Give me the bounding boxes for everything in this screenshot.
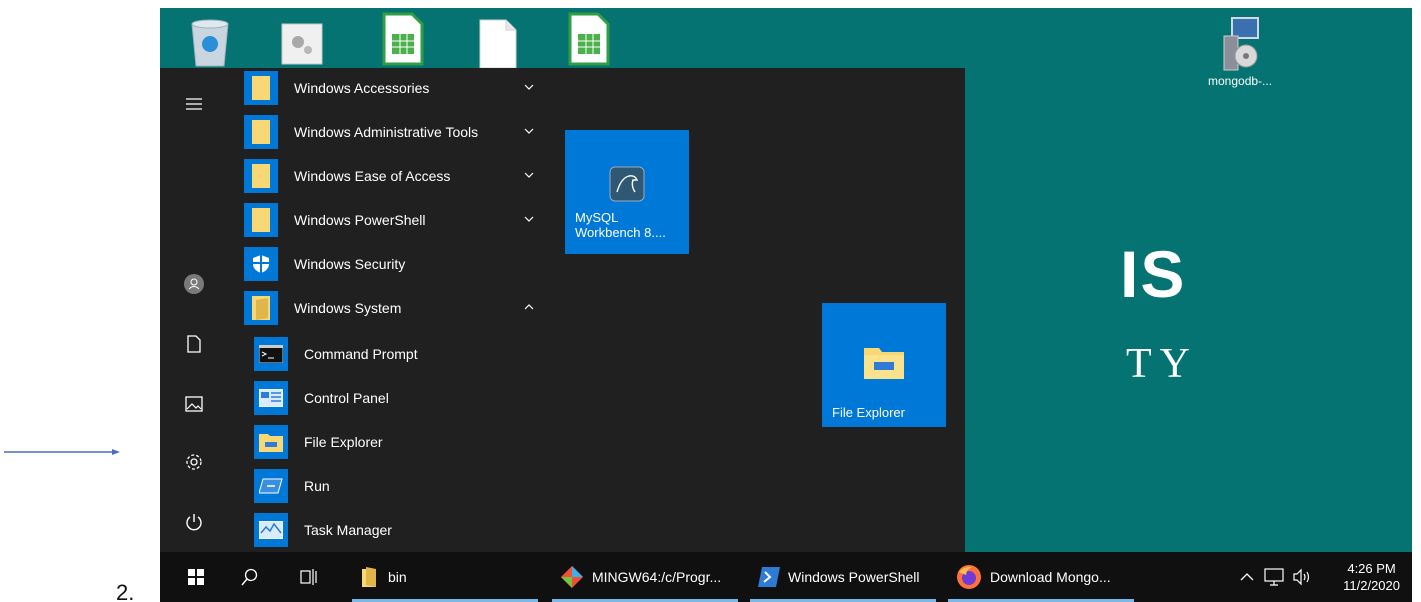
app-label: Windows System — [294, 300, 402, 316]
taskbar-label: Download Mongo... — [990, 569, 1111, 585]
search-icon[interactable] — [230, 552, 270, 602]
spreadsheet-file-icon-2[interactable] — [568, 12, 610, 66]
app-label: Command Prompt — [304, 346, 418, 362]
spreadsheet-file-icon[interactable] — [382, 12, 424, 66]
app-task-manager[interactable]: Task Manager — [254, 512, 554, 548]
tile-label-line1: MySQL — [575, 210, 619, 225]
settings-file-icon[interactable] — [280, 22, 324, 66]
app-windows-powershell[interactable]: Windows PowerShell — [244, 202, 544, 238]
settings-icon[interactable] — [178, 446, 210, 478]
folder-icon — [244, 159, 278, 193]
app-label: File Explorer — [304, 434, 383, 450]
git-icon — [561, 566, 583, 588]
speaker-icon[interactable] — [1292, 568, 1312, 586]
chevron-up-icon[interactable] — [522, 300, 536, 314]
folder-icon — [244, 115, 278, 149]
powershell-icon — [758, 567, 780, 587]
app-label: Windows Security — [294, 256, 406, 272]
windows-start-icon[interactable] — [176, 552, 216, 602]
app-label: Windows Administrative Tools — [294, 124, 479, 140]
windows-desktop: IS TY mongodb-... Windows Accessories Wi… — [160, 8, 1412, 602]
hamburger-icon[interactable] — [178, 88, 210, 120]
folder-open-icon — [244, 291, 278, 325]
folder-icon — [244, 71, 278, 105]
file-explorer-icon — [864, 348, 904, 379]
step-number: 2. — [116, 580, 135, 602]
recycle-bin-icon[interactable] — [186, 18, 234, 68]
mongodb-installer-label: mongodb-... — [1208, 74, 1273, 88]
clock-date: 11/2/2020 — [1343, 578, 1400, 593]
tile-file-explorer[interactable]: File Explorer — [822, 303, 946, 427]
app-windows-administrative-tools[interactable]: Windows Administrative Tools — [244, 114, 544, 150]
documents-icon[interactable] — [178, 328, 210, 360]
app-label: Run — [304, 478, 330, 494]
taskbar-label: MINGW64:/c/Progr... — [592, 569, 722, 585]
tile-label-line2: Workbench 8.... — [575, 225, 666, 240]
control-panel-icon — [254, 381, 288, 415]
taskbar: bin MINGW64:/c/Progr... Windows PowerShe… — [160, 552, 1412, 602]
task-manager-icon — [254, 513, 288, 547]
chevron-down-icon[interactable] — [522, 168, 536, 182]
file-explorer-icon — [254, 425, 288, 459]
wallpaper-text-2: TY — [1126, 341, 1198, 387]
annotation-arrow — [4, 449, 120, 455]
firefox-icon — [957, 565, 981, 589]
app-control-panel[interactable]: Control Panel — [254, 380, 554, 416]
taskbar-item-mingw64[interactable]: MINGW64:/c/Progr... — [552, 552, 738, 602]
taskbar-label: Windows PowerShell — [788, 569, 920, 585]
tile-label: File Explorer — [832, 405, 905, 420]
cmd-icon — [254, 337, 288, 371]
chevron-down-icon[interactable] — [522, 80, 536, 94]
power-icon[interactable] — [178, 506, 210, 538]
folder-icon — [244, 203, 278, 237]
taskbar-item-powershell[interactable]: Windows PowerShell — [750, 552, 936, 602]
network-icon[interactable] — [1264, 568, 1284, 586]
wallpaper-text: IS — [1120, 237, 1187, 311]
app-windows-security[interactable]: Windows Security — [244, 246, 544, 282]
chevron-down-icon[interactable] — [522, 124, 536, 138]
shield-icon — [244, 247, 278, 281]
folder-icon — [362, 567, 376, 587]
mongodb-installer-icon[interactable]: mongodb-... — [1208, 16, 1272, 88]
app-label: Windows PowerShell — [294, 212, 426, 228]
tile-mysql-workbench[interactable]: MySQL Workbench 8.... — [565, 130, 689, 254]
app-label: Control Panel — [304, 390, 389, 406]
app-run[interactable]: Run — [254, 468, 554, 504]
start-menu: Windows Accessories Windows Administrati… — [160, 68, 965, 552]
app-file-explorer[interactable]: File Explorer — [254, 424, 554, 460]
tutorial-page: 2. IS TY mongodb-... Windows Accessories… — [0, 0, 1421, 602]
taskbar-item-bin[interactable]: bin — [352, 552, 538, 602]
mysql-workbench-icon — [609, 166, 645, 202]
task-view-icon[interactable] — [290, 552, 330, 602]
taskbar-item-firefox[interactable]: Download Mongo... — [948, 552, 1134, 602]
app-command-prompt[interactable]: Command Prompt — [254, 336, 554, 372]
system-tray — [1240, 552, 1312, 602]
blank-file-icon[interactable] — [478, 18, 518, 70]
app-label: Windows Ease of Access — [294, 168, 451, 184]
app-windows-ease-of-access[interactable]: Windows Ease of Access — [244, 158, 544, 194]
pictures-icon[interactable] — [178, 388, 210, 420]
chevron-down-icon[interactable] — [522, 212, 536, 226]
run-icon — [254, 469, 288, 503]
taskbar-label: bin — [388, 569, 407, 585]
user-icon[interactable] — [178, 268, 210, 300]
app-label: Windows Accessories — [294, 80, 430, 96]
start-rail — [160, 68, 232, 552]
app-label: Task Manager — [304, 522, 392, 538]
app-windows-accessories[interactable]: Windows Accessories — [244, 70, 544, 106]
chevron-up-icon[interactable] — [1240, 572, 1254, 582]
app-windows-system[interactable]: Windows System — [244, 290, 544, 326]
clock[interactable]: 4:26 PM 11/2/2020 — [1343, 560, 1400, 594]
clock-time: 4:26 PM — [1347, 561, 1396, 576]
